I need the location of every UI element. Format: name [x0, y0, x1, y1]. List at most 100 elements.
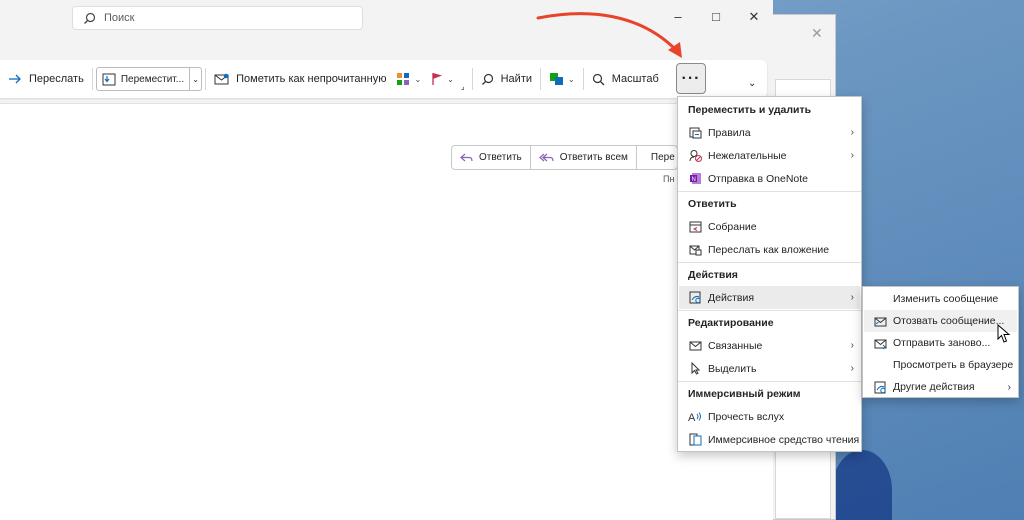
resend-mail-icon: [873, 336, 887, 350]
submenu-chevron-icon: ›: [850, 340, 854, 351]
ribbon-toolbar: Переслать Переместит... ⌄ Пометить как н…: [0, 60, 767, 98]
menu-item-junk[interactable]: Нежелательные ›: [679, 144, 860, 167]
submenu-item-view-in-browser[interactable]: Просмотреть в браузере: [864, 354, 1017, 376]
zoom-button[interactable]: Масштаб: [587, 65, 664, 93]
menu-divider: [678, 381, 861, 382]
forward-reply-label: Пере: [650, 152, 675, 163]
envelope-icon: [214, 73, 229, 84]
ribbon-separator: [471, 68, 473, 90]
reply-all-label: Ответить всем: [559, 152, 628, 163]
mark-unread-label: Пометить как непрочитанную: [236, 73, 387, 85]
search-icon: [84, 12, 96, 24]
menu-item-label: Отправка в OneNote: [708, 172, 809, 185]
ribbon-expand-chevron-icon[interactable]: ⌄: [748, 78, 756, 89]
move-folder-icon: [102, 73, 116, 86]
menu-item-label: Действия: [708, 291, 755, 304]
find-button[interactable]: Найти: [476, 65, 537, 93]
submenu-item-resend[interactable]: Отправить заново...: [864, 332, 1017, 354]
wallpaper-shape: [832, 450, 892, 520]
forward-attachment-icon: [688, 243, 702, 257]
flag-icon: [432, 73, 443, 85]
ribbon-separator: [91, 68, 93, 90]
categorize-chevron-down-icon: ⌄: [414, 74, 422, 84]
menu-item-label: Переслать как вложение: [708, 243, 830, 256]
onenote-icon: N: [688, 172, 702, 186]
submenu-chevron-icon: ›: [850, 292, 854, 303]
reply-button-group: Ответить Ответить всем Пере: [451, 145, 678, 170]
submenu-item-edit-message[interactable]: Изменить сообщение: [864, 288, 1017, 310]
reply-button[interactable]: Ответить: [452, 146, 531, 169]
related-mail-icon: [688, 339, 702, 353]
menu-section-heading: Иммерсивный режим: [688, 388, 801, 400]
move-button[interactable]: Переместит...: [97, 68, 189, 90]
menu-item-label: Выделить: [708, 362, 757, 375]
forward-reply-button[interactable]: Пере: [637, 146, 677, 169]
menu-item-select[interactable]: Выделить ›: [679, 357, 860, 380]
menu-item-label: Собрание: [708, 220, 757, 233]
message-date: Пн: [663, 174, 675, 184]
maximize-button[interactable]: □: [706, 9, 726, 24]
menu-item-read-aloud[interactable]: A Прочесть вслух: [679, 405, 860, 428]
menu-item-onenote[interactable]: N Отправка в OneNote: [679, 167, 860, 190]
flag-button[interactable]: ⌄: [426, 65, 459, 93]
calendar-icon: [688, 220, 702, 234]
search-placeholder: Поиск: [104, 12, 135, 24]
reply-all-icon: [538, 153, 554, 162]
menu-divider: [678, 262, 861, 263]
background-close-icon: ✕: [811, 25, 823, 41]
menu-item-rules[interactable]: Правила ›: [679, 121, 860, 144]
zoom-icon: [592, 73, 605, 85]
find-icon: [481, 73, 493, 85]
submenu-item-label: Другие действия: [893, 381, 975, 393]
junk-icon: [688, 149, 702, 163]
rules-icon: [688, 126, 702, 140]
submenu-chevron-icon: ›: [850, 363, 854, 374]
mouse-cursor-icon: [997, 324, 1011, 343]
actions-submenu: Изменить сообщение Отозвать сообщение...…: [862, 286, 1019, 398]
find-label: Найти: [500, 73, 532, 85]
move-label: Переместит...: [120, 73, 185, 85]
categorize-button[interactable]: ⌄: [391, 65, 426, 93]
close-button[interactable]: ✕: [744, 9, 764, 25]
submenu-item-label: Просмотреть в браузере: [893, 359, 1014, 371]
menu-item-label: Прочесть вслух: [708, 410, 785, 423]
actions-icon: [688, 291, 702, 305]
ribbon-separator: [205, 68, 207, 90]
read-aloud-icon: A: [688, 410, 702, 424]
menu-section-heading: Переместить и удалить: [688, 104, 812, 116]
translate-button[interactable]: ⌄: [544, 65, 580, 93]
more-options-button[interactable]: ···: [676, 63, 706, 94]
group-launcher-icon[interactable]: ⌟: [461, 82, 465, 91]
immersive-reader-icon: [688, 433, 702, 447]
menu-item-forward-attachment[interactable]: Переслать как вложение: [679, 238, 860, 261]
zoom-label: Масштаб: [611, 73, 659, 85]
menu-item-actions[interactable]: Действия ›: [679, 286, 860, 309]
menu-item-label: Правила: [708, 126, 751, 139]
submenu-item-label: Отправить заново...: [893, 337, 991, 349]
forward-button[interactable]: Переслать: [0, 65, 89, 93]
categorize-icon: [397, 73, 410, 85]
reply-all-button[interactable]: Ответить всем: [531, 146, 637, 169]
move-chevron-down-icon[interactable]: ⌄: [189, 68, 201, 90]
search-box[interactable]: Поиск: [72, 6, 363, 30]
menu-section-heading: Ответить: [688, 198, 737, 210]
menu-item-label: Иммерсивное средство чтения: [708, 433, 860, 446]
reply-icon: [460, 153, 473, 162]
blank-icon-slot: [873, 292, 887, 306]
submenu-item-recall-message[interactable]: Отозвать сообщение...: [864, 310, 1017, 332]
menu-divider: [678, 191, 861, 192]
more-options-menu: Переместить и удалить Правила › Нежелате…: [677, 96, 862, 452]
mark-unread-button[interactable]: Пометить как непрочитанную: [209, 65, 391, 93]
reply-label: Ответить: [479, 152, 522, 163]
menu-item-immersive-reader[interactable]: Иммерсивное средство чтения: [679, 428, 860, 451]
submenu-item-label: Изменить сообщение: [893, 293, 999, 305]
menu-item-meeting[interactable]: Собрание: [679, 215, 860, 238]
forward-label: Переслать: [29, 73, 84, 85]
translate-chevron-down-icon: ⌄: [568, 74, 575, 84]
move-dropdown[interactable]: Переместит... ⌄: [95, 67, 203, 91]
translate-icon: [550, 73, 563, 85]
menu-item-related[interactable]: Связанные ›: [679, 334, 860, 357]
submenu-item-label: Отозвать сообщение...: [893, 315, 1005, 327]
submenu-item-other-actions[interactable]: Другие действия ›: [864, 376, 1017, 398]
svg-text:A: A: [688, 412, 696, 423]
